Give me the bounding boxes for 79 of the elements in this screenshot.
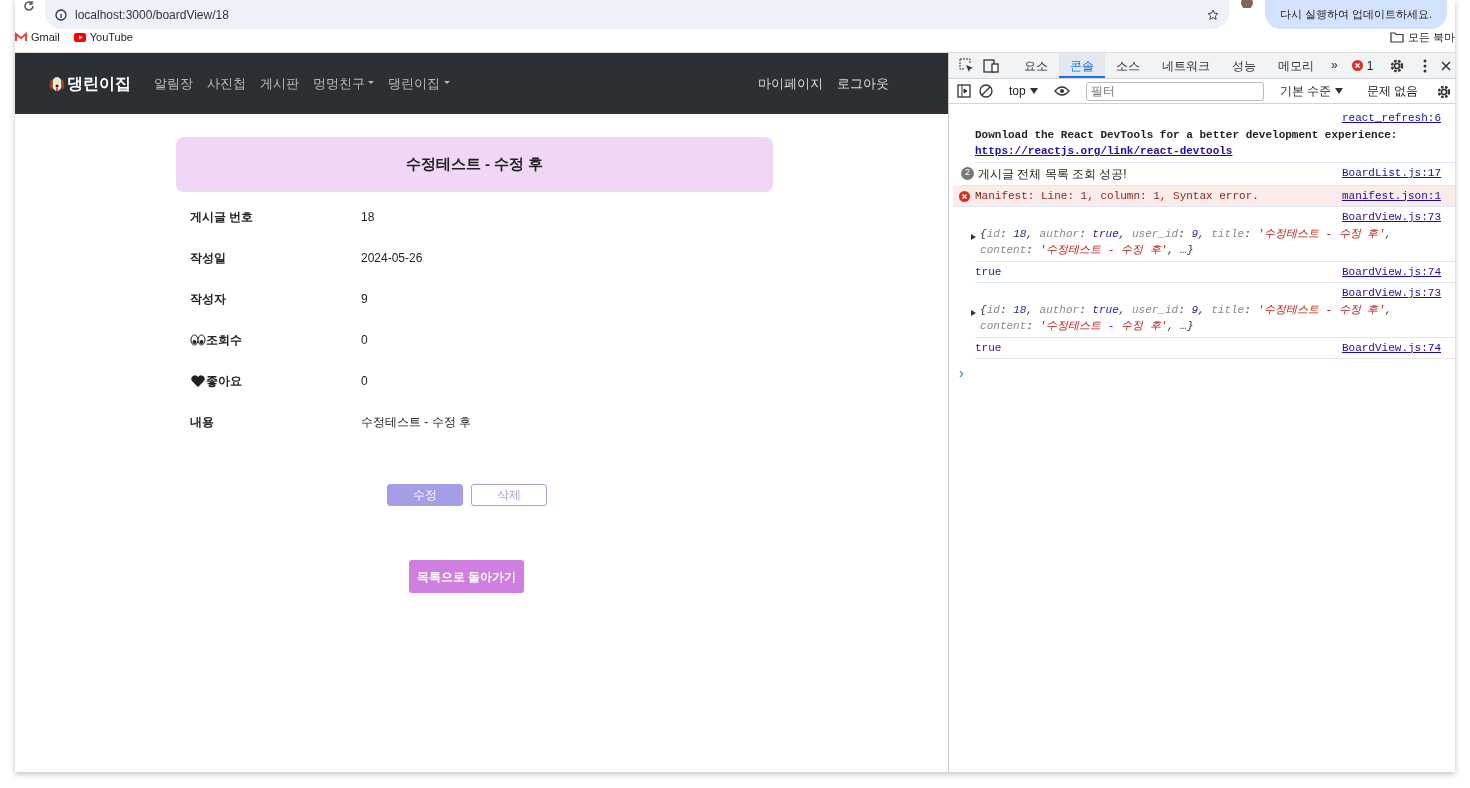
issues-label[interactable]: 문제 없음 bbox=[1367, 82, 1419, 100]
devtools-tab[interactable]: 성능 bbox=[1221, 53, 1267, 78]
source-link[interactable]: BoardList.js:17 bbox=[1341, 165, 1441, 182]
reload-icon[interactable] bbox=[23, 0, 35, 12]
heart-icon bbox=[190, 373, 206, 388]
star-icon[interactable] bbox=[1206, 8, 1219, 21]
nav-link[interactable]: 게시판 bbox=[253, 73, 306, 94]
field-value: 0 bbox=[361, 372, 368, 390]
expand-arrow-icon[interactable] bbox=[971, 308, 977, 317]
console-object: {id: 18, author: true, user_id: 9, title: '수정테스트 - 수정 후', content: '수정테스트 - 수정 후', …} bbox=[980, 226, 1393, 258]
dropdown-menu-link[interactable]: 댕린이집 bbox=[381, 73, 457, 94]
devtools-tab[interactable]: 네트워크 bbox=[1151, 53, 1221, 78]
devtools-tab[interactable]: 요소 bbox=[1013, 53, 1059, 78]
post-title: 수정테스트 - 수정 후 bbox=[176, 137, 773, 192]
expand-arrow-icon[interactable] bbox=[971, 232, 977, 241]
field-label: 좋아요 bbox=[206, 372, 242, 390]
mail-icon bbox=[15, 31, 27, 43]
more-options-icon[interactable] bbox=[1423, 59, 1428, 73]
sidebar-icon[interactable] bbox=[957, 84, 971, 98]
field-label: 조회수 bbox=[206, 331, 242, 349]
error-icon bbox=[959, 190, 970, 202]
devtools-tab[interactable]: 메모리 bbox=[1267, 53, 1325, 78]
bookmark-link[interactable]: Gmail bbox=[15, 28, 60, 46]
video-play-icon bbox=[73, 31, 86, 43]
source-link[interactable]: BoardView.js:74 bbox=[1341, 263, 1441, 280]
field-value: 2024-05-26 bbox=[361, 249, 423, 267]
console-message: true bbox=[975, 340, 1003, 356]
source-link[interactable]: BoardView.js:73 bbox=[1341, 211, 1441, 223]
field-value: 9 bbox=[361, 290, 368, 308]
inspect-icon[interactable] bbox=[959, 58, 975, 74]
eyes-icon bbox=[190, 332, 206, 347]
info-icon bbox=[55, 8, 67, 21]
source-link[interactable]: manifest.json:1 bbox=[1341, 187, 1441, 204]
address-bar[interactable]: localhost:3000/boardView/18 bbox=[45, 0, 1229, 29]
field-label: 내용 bbox=[190, 413, 214, 431]
source-link[interactable]: BoardView.js:73 bbox=[1341, 287, 1441, 299]
field-label: 게시글 번호 bbox=[190, 208, 254, 226]
console-object: {id: 18, author: true, user_id: 9, title: '수정테스트 - 수정 후', content: '수정테스트 - 수정 후', …} bbox=[980, 302, 1393, 334]
field-label: 작성일 bbox=[190, 249, 226, 267]
repeat-count: 2 bbox=[961, 167, 974, 180]
devtools-tab[interactable]: 소스 bbox=[1105, 53, 1151, 78]
bookmark-link[interactable]: YouTube bbox=[73, 28, 133, 46]
field-value: 0 bbox=[361, 331, 368, 349]
source-link[interactable]: react_refresh:6 bbox=[1341, 112, 1441, 124]
folder-icon bbox=[1389, 31, 1404, 43]
context-dropdown[interactable]: top bbox=[1009, 82, 1038, 100]
source-link[interactable]: BoardView.js:74 bbox=[1341, 339, 1441, 356]
field-value: 수정테스트 - 수정 후 bbox=[361, 413, 471, 431]
bookmarks-folder[interactable]: 모든 북마 bbox=[1389, 28, 1455, 46]
log-level-dropdown[interactable]: 기본 수준 bbox=[1279, 82, 1344, 100]
brand-link[interactable]: 댕린이집 bbox=[49, 71, 131, 96]
settings-icon[interactable] bbox=[1436, 84, 1451, 98]
console-message: Download the React DevTools for a better development experience: bbox=[975, 128, 1398, 141]
devtools-tab[interactable]: 콘솔 bbox=[1059, 53, 1105, 78]
nav-link[interactable]: 로그아웃 bbox=[830, 73, 896, 94]
console-link[interactable]: https://reactjs.org/link/react-devtools bbox=[975, 145, 1233, 157]
device-icon[interactable] bbox=[983, 58, 999, 74]
console-message: true bbox=[975, 264, 1003, 280]
dropdown-menu-link[interactable]: 멍멍친구 bbox=[306, 73, 382, 94]
field-label: 작성자 bbox=[190, 290, 226, 308]
update-button[interactable]: 다시 실행하여 업데이트하세요. bbox=[1264, 0, 1447, 29]
field-value: 18 bbox=[361, 208, 375, 226]
filter-field[interactable]: 필터 bbox=[1085, 81, 1264, 101]
nav-link[interactable]: 사진첩 bbox=[200, 73, 253, 94]
more-tabs-button[interactable]: » bbox=[1325, 53, 1344, 78]
dog-icon bbox=[49, 74, 65, 93]
clear-icon[interactable] bbox=[979, 84, 993, 98]
settings-icon[interactable] bbox=[1389, 58, 1406, 74]
console-message: Manifest: Line: 1, column: 1, Syntax error. bbox=[975, 188, 1260, 204]
error-count[interactable]: 1 bbox=[1343, 53, 1382, 78]
console-message: 게시글 전체 목록 조회 성공! bbox=[978, 165, 1128, 183]
close-icon[interactable] bbox=[1441, 61, 1452, 71]
error-icon bbox=[1351, 60, 1363, 71]
eye-icon[interactable] bbox=[1053, 85, 1070, 97]
caret-icon bbox=[1029, 88, 1038, 94]
nav-link[interactable]: 마이페이지 bbox=[751, 73, 830, 94]
caret-icon bbox=[1335, 88, 1344, 94]
nav-link[interactable]: 알림장 bbox=[147, 73, 200, 94]
console-prompt[interactable]: › bbox=[959, 363, 967, 384]
